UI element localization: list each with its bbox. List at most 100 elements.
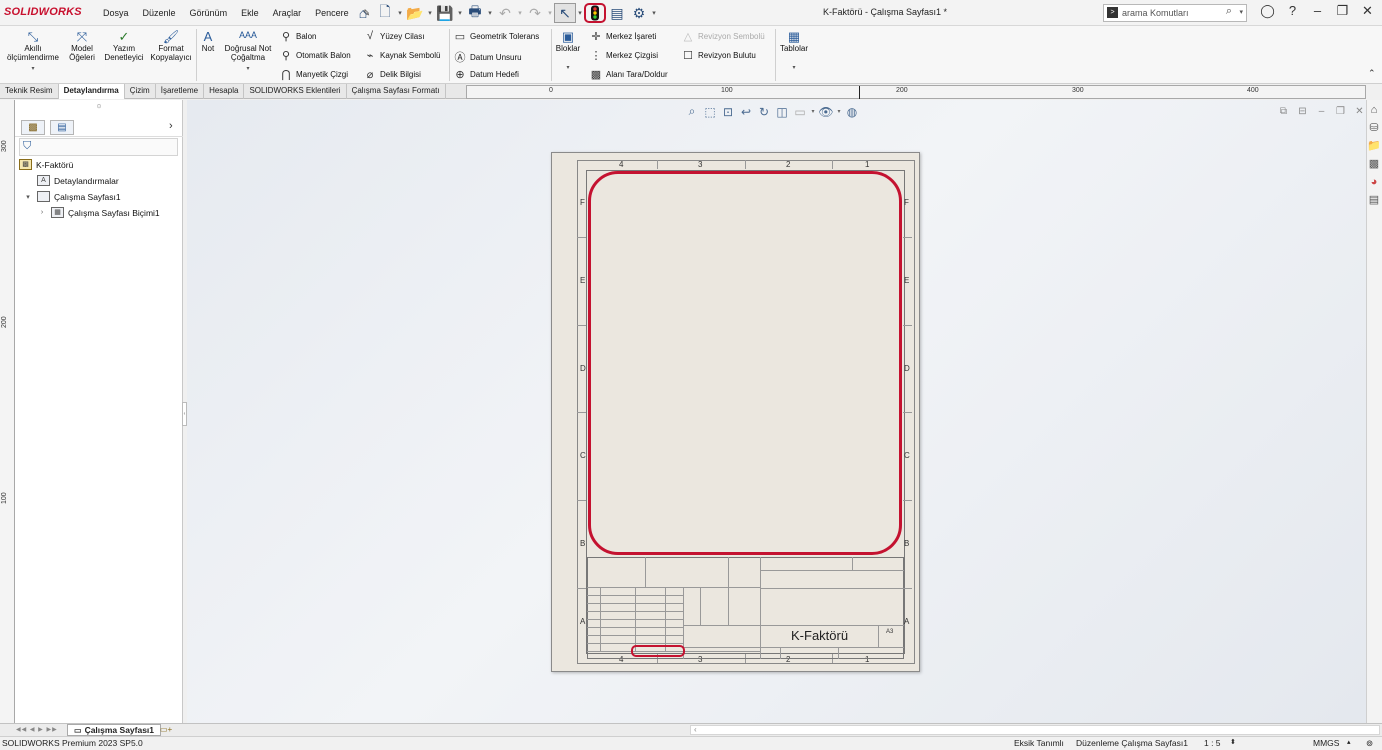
sheet-scale[interactable]: 1 : 5 [1204, 738, 1221, 748]
revision-symbol-button[interactable]: △ Revizyon Sembolü [681, 30, 765, 43]
add-sheet-icon[interactable]: ▭+ [160, 725, 172, 734]
undo-icon[interactable]: ↶ [494, 3, 516, 23]
chevron-right-icon[interactable]: › [169, 120, 173, 132]
open-dropdown-icon[interactable]: ▾ [426, 3, 434, 23]
print-icon[interactable]: 🖶 [464, 3, 486, 23]
geometric-tolerance-button[interactable]: ▭ Geometrik Tolerans [453, 30, 539, 43]
note-button[interactable]: A Not [198, 29, 218, 53]
collapse-ribbon-icon[interactable]: ⌃ [1368, 68, 1376, 79]
restore-icon[interactable]: ❐ [1330, 3, 1355, 19]
close-icon[interactable]: ✕ [1355, 3, 1380, 19]
tab-addins[interactable]: SOLIDWORKS Eklentileri [244, 84, 347, 99]
search-commands-input[interactable]: > arama Komutları ⌕ ▾ [1103, 4, 1247, 22]
home-icon[interactable]: ⌂ [352, 3, 374, 23]
tree-item-sheet[interactable]: ▾ Çalışma Sayfası1 [23, 191, 121, 202]
view-palette-icon[interactable]: ▭ [791, 105, 809, 119]
undo-dropdown-icon[interactable]: ▾ [516, 3, 524, 23]
centerline-button[interactable]: ⋮ Merkez Çizgisi [589, 49, 659, 62]
solidworks-resources-icon[interactable]: ⌂ [1367, 102, 1381, 118]
print-dropdown-icon[interactable]: ▾ [486, 3, 494, 23]
menu-view[interactable]: Görünüm [183, 8, 235, 18]
view-dropdown-icon[interactable]: ▾ [809, 108, 817, 115]
hide-show-items-icon[interactable]: 👁 [817, 105, 835, 119]
property-manager-tab-icon[interactable]: ▤ [50, 120, 74, 135]
quick-tips-icon[interactable]: ⊚ [1366, 738, 1373, 749]
viewport-split-icon[interactable]: ⊟ [1293, 106, 1312, 117]
select-dropdown-icon[interactable]: ▾ [576, 3, 584, 23]
file-explorer-icon[interactable]: 📁 [1367, 138, 1381, 154]
redo-dropdown-icon[interactable]: ▾ [546, 3, 554, 23]
menu-window[interactable]: Pencere [308, 8, 356, 18]
appearances-icon[interactable]: ◕ [1367, 174, 1381, 190]
viewport-tile-icon[interactable]: ⧉ [1274, 106, 1293, 117]
user-account-icon[interactable]: ◯ [1255, 3, 1280, 19]
revision-cloud-button[interactable]: ☐ Revizyon Bulutu [681, 49, 756, 62]
zoom-to-fit-icon[interactable]: ⌕ [683, 104, 701, 119]
balloon-button[interactable]: ⚲ Balon [279, 30, 317, 43]
tree-filter-input[interactable]: ⛉ [19, 138, 178, 156]
blocks-dropdown-icon[interactable]: ▾ [554, 64, 582, 73]
weld-symbol-button[interactable]: ⌁ Kaynak Sembolü [363, 49, 441, 62]
menu-file[interactable]: Dosya [96, 8, 136, 18]
redo-icon[interactable]: ↷ [524, 3, 546, 23]
magnetic-line-button[interactable]: ⋂ Manyetik Çizgi [279, 68, 348, 81]
linear-note-pattern-button[interactable]: ᴬᴬᴬ Doğrusal Not Çoğaltma ▾ [220, 29, 276, 74]
options-gear-icon[interactable]: ⚙ [628, 3, 650, 23]
zoom-to-area-icon[interactable]: ⬚ [701, 105, 719, 119]
tree-root-item[interactable]: ▩ K-Faktörü [19, 159, 73, 170]
spell-checker-button[interactable]: ✓ Yazım Denetleyici [102, 29, 146, 62]
options-dropdown-icon[interactable]: ▾ [650, 3, 658, 23]
tree-item-annotations[interactable]: A Detaylandırmalar [23, 175, 119, 186]
view-palette-tab-icon[interactable]: ▩ [1367, 156, 1381, 172]
custom-properties-icon[interactable]: ▤ [1367, 192, 1381, 208]
surface-finish-button[interactable]: √ Yüzey Cilası [363, 30, 425, 42]
tab-drawing[interactable]: Teknik Resim [0, 84, 59, 99]
auto-balloon-button[interactable]: ⚲ Otomatik Balon [279, 49, 351, 62]
viewport-restore-icon[interactable]: ❐ [1331, 106, 1350, 117]
new-document-icon[interactable]: 🗋 [374, 3, 396, 23]
help-icon[interactable]: ? [1280, 3, 1305, 19]
tab-sketch[interactable]: Çizim [125, 84, 156, 99]
feature-tree-tab-icon[interactable]: ▩ [21, 120, 45, 135]
menu-edit[interactable]: Düzenle [136, 8, 183, 18]
center-mark-button[interactable]: ✛ Merkez İşareti [589, 30, 656, 43]
select-arrow-icon[interactable]: ↖ [554, 3, 576, 23]
scroll-left-icon[interactable]: ‹ [694, 725, 697, 734]
appearance-globe-icon[interactable]: ◍ [843, 105, 861, 119]
design-library-icon[interactable]: ⛁ [1367, 120, 1381, 136]
tables-button[interactable]: ▦ Tablolar ▾ [778, 29, 810, 73]
panel-grip-icon[interactable]: ⊙ [15, 103, 183, 110]
viewport-minimize-icon[interactable]: – [1312, 106, 1331, 117]
sheet-navigation-arrows-icon[interactable]: ◀◀ ◀ ▶ ▶▶ [16, 726, 58, 733]
new-dropdown-icon[interactable]: ▾ [396, 3, 404, 23]
model-items-button[interactable]: ⤧ Model Öğeleri [64, 29, 100, 62]
expand-chevron-icon[interactable]: › [37, 209, 47, 216]
menu-tools[interactable]: Araçlar [266, 8, 309, 18]
scale-dropdown-icon[interactable]: ⬍ [1230, 738, 1236, 746]
smart-dimension-dropdown-icon[interactable]: ▾ [4, 65, 62, 74]
tab-evaluate[interactable]: Hesapla [204, 84, 245, 99]
save-icon[interactable]: 💾 [434, 3, 456, 23]
blocks-button[interactable]: ▣ Bloklar ▾ [554, 29, 582, 73]
hide-show-dropdown-icon[interactable]: ▾ [835, 108, 843, 115]
unit-system[interactable]: MMGS [1313, 738, 1339, 748]
tab-markup[interactable]: İşaretleme [156, 84, 205, 99]
area-hatch-button[interactable]: ▩ Alanı Tara/Doldur [589, 68, 668, 81]
tab-sheet-format[interactable]: Çalışma Sayfası Formatı [347, 84, 446, 99]
sheet-tab-active[interactable]: ▭ Çalışma Sayfası1 [67, 724, 162, 736]
tables-dropdown-icon[interactable]: ▾ [778, 64, 810, 73]
datum-target-button[interactable]: ⊕ Datum Hedefi [453, 68, 519, 81]
open-folder-icon[interactable]: 📂 [404, 3, 426, 23]
tree-item-sheet-format[interactable]: › ▦ Çalışma Sayfası Biçimi1 [37, 207, 160, 218]
previous-view-icon[interactable]: ↩ [737, 105, 755, 119]
hidden-lines-icon[interactable]: ◫ [773, 105, 791, 119]
tab-annotation[interactable]: Detaylandırma [58, 84, 125, 99]
menu-insert[interactable]: Ekle [234, 8, 266, 18]
horizontal-scrollbar[interactable]: ‹ [690, 725, 1380, 735]
format-painter-button[interactable]: 🖌 Format Kopyalayıcı [148, 29, 194, 62]
units-dropdown-icon[interactable]: ▴ [1347, 738, 1351, 746]
traffic-light-rebuild-icon[interactable] [584, 3, 606, 23]
file-properties-icon[interactable]: ▤ [606, 3, 628, 23]
save-dropdown-icon[interactable]: ▾ [456, 3, 464, 23]
search-dropdown-icon[interactable]: ▾ [1239, 8, 1243, 16]
